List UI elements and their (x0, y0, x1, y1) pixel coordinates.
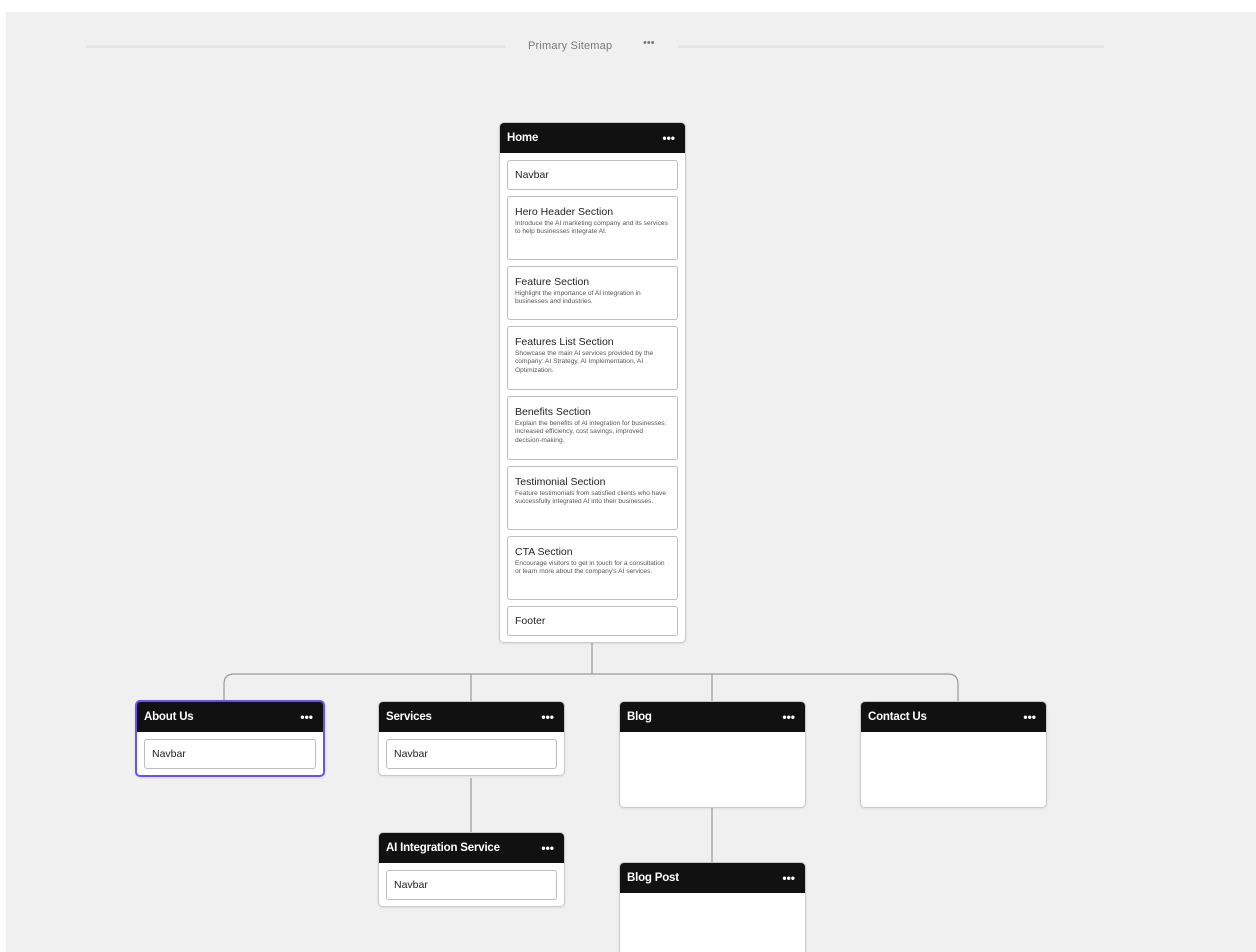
page-header-contact-us[interactable]: Contact Us ••• (861, 702, 1046, 732)
page-title: Contact Us (868, 711, 927, 723)
page-card-blog-post[interactable]: Blog Post ••• (619, 862, 806, 952)
page-header-home[interactable]: Home ••• (500, 123, 685, 153)
sitemap-canvas[interactable]: Primary Sitemap ••• Home ••• Navbar Hero… (6, 12, 1256, 952)
section-description: Feature testimonials from satisfied clie… (515, 490, 666, 506)
ellipsis-icon[interactable]: ••• (782, 872, 795, 884)
section-navbar[interactable]: Navbar (386, 870, 557, 900)
page-card-ai-integration-service[interactable]: AI Integration Service ••• Navbar (378, 832, 565, 907)
page-title: Blog Post (627, 872, 679, 884)
section-title: CTA Section (515, 546, 573, 558)
page-header-blog[interactable]: Blog ••• (620, 702, 805, 732)
page-sections: Navbar (379, 863, 564, 906)
page-header-blog-post[interactable]: Blog Post ••• (620, 863, 805, 893)
section-title: Navbar (515, 169, 549, 181)
section-testimonial[interactable]: Testimonial Section Feature testimonials… (507, 466, 678, 530)
section-title: Hero Header Section (515, 206, 614, 218)
page-title: Blog (627, 711, 652, 723)
section-title: Navbar (394, 748, 428, 760)
page-card-about-us[interactable]: About Us ••• Navbar (135, 700, 325, 777)
section-navbar[interactable]: Navbar (507, 160, 678, 190)
connector-contact-us (947, 673, 959, 701)
section-title: Navbar (152, 748, 186, 760)
section-features-list[interactable]: Features List Section Showcase the main … (507, 326, 678, 390)
ellipsis-icon[interactable]: ••• (300, 711, 313, 723)
page-header-ai-integration-service[interactable]: AI Integration Service ••• (379, 833, 564, 863)
section-cta[interactable]: CTA Section Encourage visitors to get in… (507, 536, 678, 600)
section-description: Highlight the importance of AI integrati… (515, 290, 641, 306)
connector-about-us (223, 673, 235, 701)
section-description: Showcase the main AI services provided b… (515, 350, 654, 374)
section-title: Navbar (394, 879, 428, 891)
page-card-blog[interactable]: Blog ••• (619, 701, 806, 808)
section-title: Benefits Section (515, 406, 591, 418)
page-header-services[interactable]: Services ••• (379, 702, 564, 732)
ellipsis-icon[interactable]: ••• (541, 842, 554, 854)
page-card-home[interactable]: Home ••• Navbar Hero Header Section Intr… (499, 122, 686, 643)
section-title: Feature Section (515, 276, 590, 288)
section-description: Explain the benefits of AI integration f… (515, 420, 667, 444)
page-card-contact-us[interactable]: Contact Us ••• (860, 701, 1047, 808)
section-description: Introduce the AI marketing company and i… (515, 220, 668, 236)
section-title: Features List Section (515, 336, 614, 348)
page-sections: Navbar (137, 732, 323, 775)
section-feature[interactable]: Feature Section Highlight the importance… (507, 266, 678, 320)
page-title: Services (386, 711, 432, 723)
page-card-services[interactable]: Services ••• Navbar (378, 701, 565, 776)
ellipsis-icon[interactable]: ••• (1023, 711, 1036, 723)
section-benefits[interactable]: Benefits Section Explain the benefits of… (507, 396, 678, 460)
section-description: Encourage visitors to get in touch for a… (515, 560, 665, 576)
section-hero-header[interactable]: Hero Header Section Introduce the AI mar… (507, 196, 678, 260)
section-navbar[interactable]: Navbar (144, 739, 316, 769)
ellipsis-icon[interactable]: ••• (662, 132, 675, 144)
section-title: Testimonial Section (515, 476, 606, 488)
section-title: Footer (515, 615, 546, 627)
page-title: Home (507, 132, 539, 144)
page-title: AI Integration Service (386, 842, 500, 854)
ellipsis-icon[interactable]: ••• (541, 711, 554, 723)
ellipsis-icon[interactable]: ••• (782, 711, 795, 723)
page-header-about-us[interactable]: About Us ••• (137, 702, 323, 732)
page-sections: Navbar Hero Header Section Introduce the… (500, 153, 685, 642)
page-sections: Navbar (379, 732, 564, 775)
section-footer[interactable]: Footer (507, 606, 678, 636)
section-navbar[interactable]: Navbar (386, 739, 557, 769)
page-title: About Us (144, 711, 194, 723)
